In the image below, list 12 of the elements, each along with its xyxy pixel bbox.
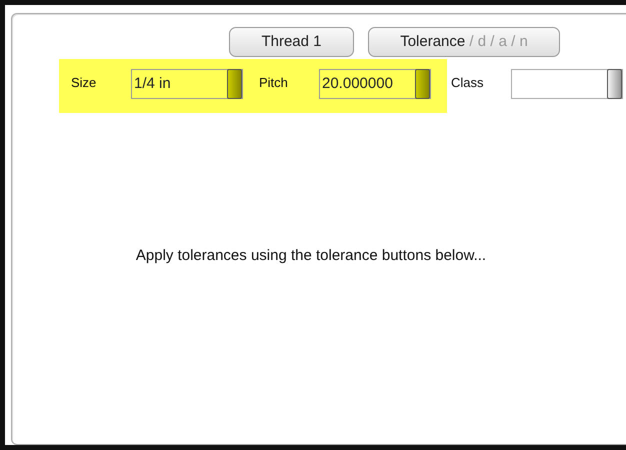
dropdown-handle[interactable] [415, 69, 430, 99]
dropdown-field[interactable]: 1/4 in [131, 69, 243, 99]
field-label: Size [71, 74, 98, 92]
thread-button[interactable]: Thread 1 [229, 27, 354, 57]
dropdown-field[interactable] [511, 69, 623, 99]
dropdown-handle[interactable] [227, 69, 242, 99]
field-label: Class [451, 74, 485, 92]
dropdown-field[interactable]: 20.000000 [319, 69, 431, 99]
tolerance-button[interactable]: Tolerance / d / a / n [368, 27, 560, 57]
dropdown-handle[interactable] [607, 69, 622, 99]
field-label: Pitch [259, 74, 289, 92]
instruction-text: Apply tolerances using the tolerance buttons below... [134, 246, 488, 266]
